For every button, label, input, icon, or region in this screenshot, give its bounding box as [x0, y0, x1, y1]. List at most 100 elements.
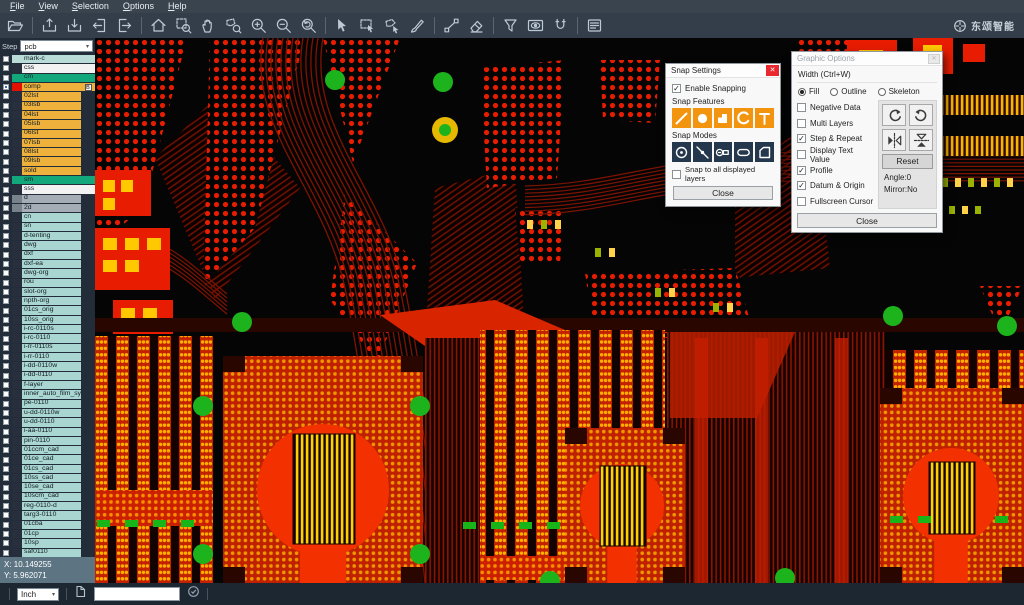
- import-box-button[interactable]: [37, 14, 62, 37]
- layer-visibility-checkbox[interactable]: [0, 474, 12, 482]
- select-rect-button[interactable]: [355, 14, 380, 37]
- option-fullscreen-cursor[interactable]: Fullscreen Cursor: [797, 194, 874, 210]
- layer-row-saf0110[interactable]: saf0110: [0, 549, 95, 557]
- layer-visibility-checkbox[interactable]: [0, 334, 12, 342]
- layer-row-d[interactable]: d: [0, 195, 95, 203]
- layer-row-dwg-org[interactable]: dwg-org: [0, 269, 95, 277]
- layer-visibility-checkbox[interactable]: [0, 446, 12, 454]
- brush-button[interactable]: [405, 14, 430, 37]
- home-button[interactable]: [146, 14, 171, 37]
- layer-visibility-checkbox[interactable]: [0, 269, 12, 277]
- layer-row-rou[interactable]: rou: [0, 279, 95, 287]
- zoom-polygon-button[interactable]: [221, 14, 246, 37]
- snap-feature-arc-button[interactable]: [734, 108, 753, 128]
- layer-row-10ss_cad[interactable]: 10ss_cad: [0, 474, 95, 482]
- layer-visibility-checkbox[interactable]: [0, 111, 12, 119]
- layer-visibility-checkbox[interactable]: [0, 157, 12, 165]
- layer-visibility-checkbox[interactable]: [0, 148, 12, 156]
- layer-visibility-checkbox[interactable]: [0, 400, 12, 408]
- layer-visibility-checkbox[interactable]: [0, 353, 12, 361]
- layer-visibility-checkbox[interactable]: [0, 362, 12, 370]
- radio-fill[interactable]: Fill: [798, 87, 819, 96]
- snap-dialog-titlebar[interactable]: Snap Settings ✕: [666, 64, 780, 78]
- layer-row-i-rr-0110[interactable]: i-rr-0110: [0, 353, 95, 361]
- snap-mode-slot-button[interactable]: [734, 142, 753, 162]
- layer-row-i-dd-0110[interactable]: i-dd-0110: [0, 372, 95, 380]
- layer-row-01cs_cad[interactable]: 01cs_cad: [0, 465, 95, 473]
- layer-row-u-dd-0110w[interactable]: u-dd-0110w: [0, 409, 95, 417]
- layer-visibility-checkbox[interactable]: [0, 381, 12, 389]
- layer-visibility-checkbox[interactable]: [0, 325, 12, 333]
- snap-feature-surface-button[interactable]: [714, 108, 733, 128]
- layer-row-01ce_cad[interactable]: 01ce_cad: [0, 455, 95, 463]
- command-input[interactable]: [94, 587, 180, 601]
- zoom-previous-button[interactable]: [296, 14, 321, 37]
- rotate-cw-button[interactable]: [882, 104, 906, 126]
- layer-row-04lst[interactable]: 04lst: [0, 111, 95, 119]
- snap-close-button[interactable]: Close: [673, 186, 773, 200]
- layer-row-dwg[interactable]: dwg: [0, 241, 95, 249]
- layer-row-01cba[interactable]: 01cba: [0, 521, 95, 529]
- menu-view[interactable]: View: [32, 0, 65, 13]
- layer-visibility-checkbox[interactable]: [0, 251, 12, 259]
- layer-visibility-checkbox[interactable]: [0, 102, 12, 110]
- layer-visibility-checkbox[interactable]: [0, 213, 12, 221]
- option-step-repeat[interactable]: ✓Step & Repeat: [797, 131, 874, 147]
- layer-visibility-checkbox[interactable]: [0, 223, 12, 231]
- layer-row-pin-0110[interactable]: pin-0110: [0, 437, 95, 445]
- layer-row-05lsb[interactable]: 05lsb: [0, 120, 95, 128]
- layer-visibility-checkbox[interactable]: [0, 539, 12, 547]
- snap-mode-center-button[interactable]: [672, 142, 691, 162]
- radio-outline[interactable]: Outline: [830, 87, 866, 96]
- snap-all-layers-checkbox[interactable]: Snap to all displayed layers: [672, 165, 774, 183]
- layer-visibility-checkbox[interactable]: [0, 279, 12, 287]
- layer-visibility-checkbox[interactable]: [0, 64, 12, 72]
- layers-panel-button[interactable]: [582, 14, 607, 37]
- layer-row-09lsb[interactable]: 09lsb: [0, 157, 95, 165]
- layer-row-pe-0110[interactable]: pe-0110: [0, 400, 95, 408]
- mirror-vertical-button[interactable]: [909, 129, 933, 151]
- layer-visibility-checkbox[interactable]: [0, 511, 12, 519]
- layer-visibility-checkbox[interactable]: [0, 344, 12, 352]
- layer-row-slot-org[interactable]: slot-org: [0, 288, 95, 296]
- layer-visibility-checkbox[interactable]: [0, 530, 12, 538]
- layer-visibility-checkbox[interactable]: [0, 493, 12, 501]
- layer-row-npth-org[interactable]: npth-org: [0, 297, 95, 305]
- layer-visibility-checkbox[interactable]: [0, 288, 12, 296]
- layer-row-f-layer[interactable]: f-layer: [0, 381, 95, 389]
- menu-selection[interactable]: Selection: [65, 0, 116, 13]
- layer-visibility-checkbox[interactable]: [0, 521, 12, 529]
- layer-visibility-checkbox[interactable]: [0, 418, 12, 426]
- layer-row-01cp[interactable]: 01cp: [0, 530, 95, 538]
- units-select[interactable]: Inch ▾: [17, 588, 59, 601]
- select-polygon-button[interactable]: [380, 14, 405, 37]
- layer-visibility-checkbox[interactable]: [0, 428, 12, 436]
- magnet-button[interactable]: [548, 14, 573, 37]
- snap-feature-text-button[interactable]: [755, 108, 774, 128]
- layer-row-01cs_orig[interactable]: 01cs_orig: [0, 306, 95, 314]
- layer-visibility-checkbox[interactable]: [0, 232, 12, 240]
- layer-visibility-checkbox[interactable]: [0, 260, 12, 268]
- layer-visibility-checkbox[interactable]: [0, 130, 12, 138]
- layer-visibility-checkbox[interactable]: [0, 83, 12, 91]
- step-select[interactable]: pcb ▾: [20, 40, 93, 52]
- layer-visibility-checkbox[interactable]: [0, 167, 12, 175]
- layer-visibility-checkbox[interactable]: [0, 549, 12, 557]
- zoom-in-button[interactable]: [246, 14, 271, 37]
- layer-row-03lsb[interactable]: 03lsb: [0, 102, 95, 110]
- layer-row-10scm_cad[interactable]: 10scm_cad: [0, 493, 95, 501]
- apply-circle-icon[interactable]: [187, 585, 200, 603]
- layer-visibility-checkbox[interactable]: [0, 241, 12, 249]
- menu-options[interactable]: Options: [116, 0, 161, 13]
- layer-row-sn[interactable]: sn: [0, 223, 95, 231]
- layer-row-d-tenting[interactable]: d-tenting: [0, 232, 95, 240]
- layer-visibility-checkbox[interactable]: [0, 502, 12, 510]
- layer-visibility-checkbox[interactable]: [0, 372, 12, 380]
- eraser-button[interactable]: [464, 14, 489, 37]
- close-icon[interactable]: ✕: [766, 65, 779, 76]
- page-right-button[interactable]: [112, 14, 137, 37]
- layer-visibility-checkbox[interactable]: [0, 120, 12, 128]
- menu-help[interactable]: Help: [161, 0, 194, 13]
- layer-row-sm[interactable]: sm: [0, 176, 95, 184]
- layer-visibility-checkbox[interactable]: [0, 74, 12, 82]
